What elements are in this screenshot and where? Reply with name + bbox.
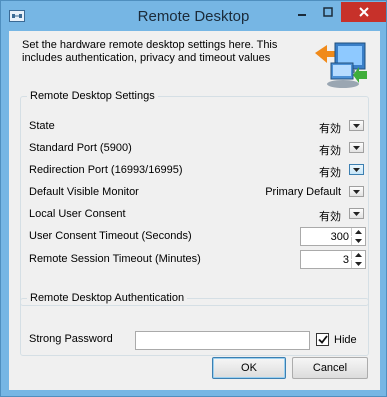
state-value: 有効 — [319, 123, 341, 135]
standard-port-dropdown-button[interactable] — [349, 142, 364, 153]
dialog-body: Set the hardware remote desktop settings… — [9, 31, 380, 390]
settings-group-title: Remote Desktop Settings — [27, 90, 158, 102]
minimize-button[interactable] — [289, 2, 315, 22]
authentication-group-title: Remote Desktop Authentication — [27, 292, 188, 304]
local-user-consent-label: Local User Consent — [29, 208, 126, 220]
default-monitor-label: Default Visible Monitor — [29, 186, 139, 198]
chevron-up-icon — [355, 230, 362, 234]
local-user-consent-value: 有効 — [319, 211, 341, 223]
chevron-up-icon — [355, 253, 362, 257]
standard-port-label: Standard Port (5900) — [29, 142, 132, 154]
chevron-down-icon — [353, 167, 360, 172]
redirection-port-value: 有効 — [319, 167, 341, 179]
checkmark-icon — [317, 335, 328, 344]
state-label: State — [29, 120, 55, 132]
chevron-down-icon — [353, 123, 360, 128]
consent-timeout-label: User Consent Timeout (Seconds) — [29, 230, 192, 242]
spin-up-button[interactable] — [351, 228, 365, 236]
redirection-port-dropdown-button[interactable] — [349, 164, 364, 175]
title-bar[interactable]: Remote Desktop — [1, 1, 386, 31]
strong-password-label: Strong Password — [29, 333, 113, 345]
chevron-down-icon — [353, 189, 360, 194]
intro-text: Set the hardware remote desktop settings… — [22, 39, 302, 65]
spin-down-button[interactable] — [351, 237, 365, 245]
authentication-group: Remote Desktop Authentication Strong Pas… — [20, 292, 369, 356]
maximize-button[interactable] — [315, 2, 341, 22]
intro-line-1: Set the hardware remote desktop settings… — [22, 39, 278, 51]
hide-checkbox[interactable] — [316, 333, 329, 346]
chevron-down-icon — [353, 211, 360, 216]
local-user-consent-dropdown-button[interactable] — [349, 208, 364, 219]
close-icon — [358, 7, 369, 17]
minimize-icon — [298, 14, 306, 16]
consent-timeout-input[interactable] — [303, 229, 349, 244]
chevron-down-icon — [355, 239, 362, 243]
settings-group: Remote Desktop Settings State 有効 Standar… — [20, 90, 369, 306]
spin-up-button[interactable] — [351, 251, 365, 259]
close-button[interactable] — [341, 2, 386, 22]
standard-port-value: 有効 — [319, 145, 341, 157]
consent-timeout-spinner[interactable] — [300, 227, 366, 246]
state-dropdown-button[interactable] — [349, 120, 364, 131]
session-timeout-label: Remote Session Timeout (Minutes) — [29, 253, 201, 265]
hide-label[interactable]: Hide — [334, 334, 357, 346]
default-monitor-value: Primary Default — [265, 186, 341, 198]
redirection-port-label: Redirection Port (16993/16995) — [29, 164, 183, 176]
spin-down-button[interactable] — [351, 260, 365, 268]
chevron-down-icon — [355, 262, 362, 266]
maximize-icon — [323, 7, 333, 17]
session-timeout-spinner[interactable] — [300, 250, 366, 269]
intro-line-2: includes authentication, privacy and tim… — [22, 52, 271, 64]
remote-desktop-illustration-icon — [315, 42, 367, 88]
remote-desktop-window: Remote Desktop Set the hardware remote d… — [0, 0, 387, 397]
session-timeout-input[interactable] — [303, 252, 349, 267]
chevron-down-icon — [353, 145, 360, 150]
default-monitor-dropdown-button[interactable] — [349, 186, 364, 197]
strong-password-input[interactable] — [135, 331, 310, 350]
ok-button[interactable]: OK — [212, 357, 286, 379]
cancel-button[interactable]: Cancel — [292, 357, 368, 379]
